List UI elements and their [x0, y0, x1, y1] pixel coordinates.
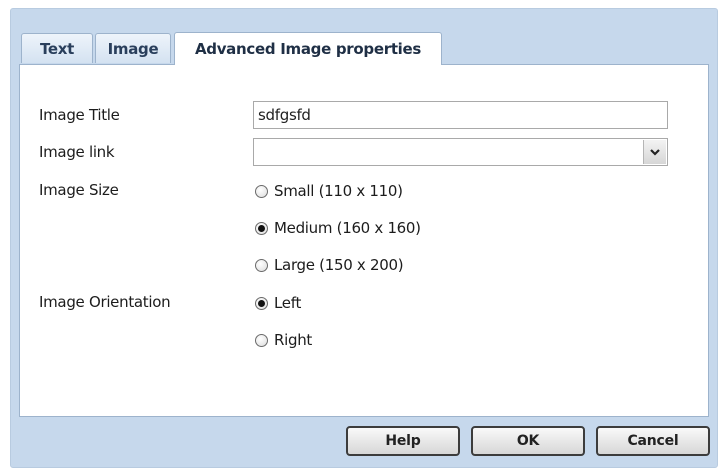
radio-large[interactable] — [255, 258, 268, 272]
ok-button[interactable]: OK — [471, 426, 585, 456]
size-option-small-label: Small (110 x 110) — [274, 182, 403, 200]
radio-left[interactable] — [255, 296, 268, 310]
orientation-option-left-label: Left — [274, 294, 302, 312]
help-button[interactable]: Help — [346, 426, 460, 456]
size-option-medium[interactable]: Medium (160 x 160) — [255, 219, 421, 237]
orientation-option-right-label: Right — [274, 331, 312, 349]
image-size-label: Image Size — [39, 181, 119, 199]
size-option-large-label: Large (150 x 200) — [274, 256, 404, 274]
image-link-label: Image link — [39, 143, 115, 161]
size-option-medium-label: Medium (160 x 160) — [274, 219, 421, 237]
radio-medium[interactable] — [255, 221, 268, 235]
chevron-down-icon[interactable] — [643, 140, 666, 164]
orientation-option-right[interactable]: Right — [255, 331, 312, 349]
image-link-select[interactable] — [253, 138, 668, 166]
image-orientation-label: Image Orientation — [39, 293, 171, 311]
radio-right[interactable] — [255, 333, 268, 347]
tab-advanced-image-properties[interactable]: Advanced Image properties — [174, 32, 442, 65]
tab-text[interactable]: Text — [21, 33, 93, 63]
tab-image[interactable]: Image — [95, 33, 171, 63]
cancel-button[interactable]: Cancel — [596, 426, 710, 456]
tab-panel: Image Title sdfgsfd Image link Image Siz… — [19, 64, 709, 417]
size-option-small[interactable]: Small (110 x 110) — [255, 182, 403, 200]
image-properties-dialog: Text Image Advanced Image properties Ima… — [10, 8, 718, 468]
size-option-large[interactable]: Large (150 x 200) — [255, 256, 404, 274]
orientation-option-left[interactable]: Left — [255, 294, 301, 312]
radio-small[interactable] — [255, 184, 268, 198]
image-title-input[interactable]: sdfgsfd — [253, 101, 668, 129]
image-title-label: Image Title — [39, 106, 120, 124]
